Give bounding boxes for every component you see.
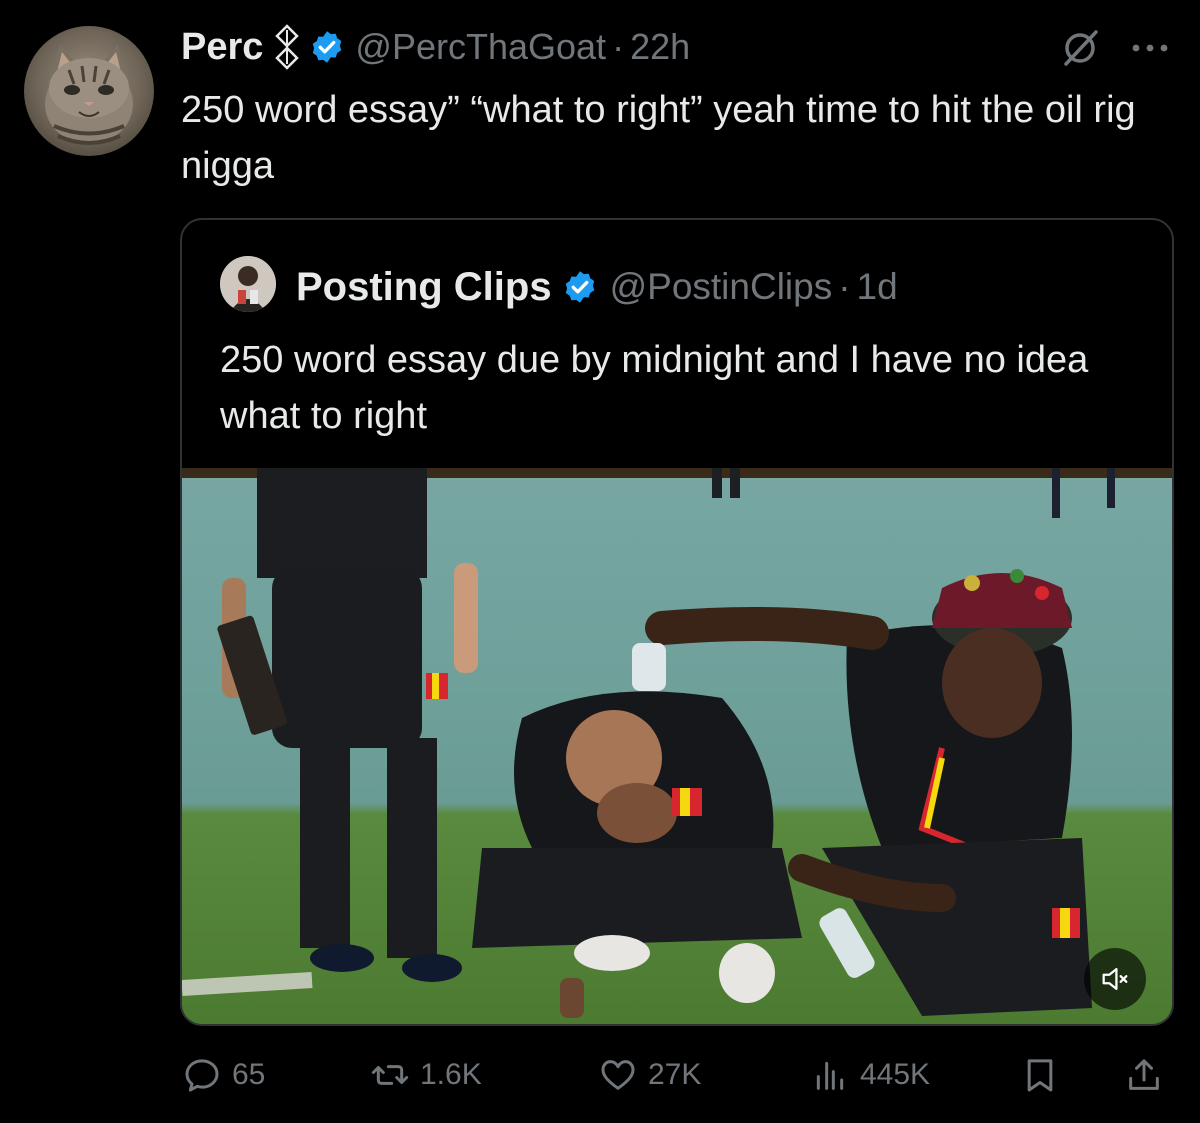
speaker-muted-icon bbox=[1102, 967, 1128, 991]
retweet-icon bbox=[371, 1065, 409, 1085]
tweet-header: Perc @PercThaGoat · 22h bbox=[181, 24, 690, 70]
author-avatar[interactable] bbox=[24, 26, 154, 156]
like-count: 27K bbox=[648, 1058, 702, 1091]
bookmark-icon bbox=[1027, 1059, 1053, 1092]
verified-badge-icon[interactable] bbox=[309, 29, 345, 65]
share-button[interactable] bbox=[1124, 1050, 1164, 1100]
video-player[interactable] bbox=[182, 468, 1172, 1024]
video-frame bbox=[182, 468, 1172, 1024]
quoted-tweet-card[interactable]: Posting Clips @PostinClips · 1d 250 word… bbox=[180, 218, 1174, 1026]
more-options-icon[interactable] bbox=[1128, 34, 1172, 62]
sigil-tag-icon bbox=[273, 24, 301, 70]
like-button[interactable]: 27K bbox=[598, 1050, 701, 1100]
bookmark-button[interactable] bbox=[1020, 1050, 1060, 1100]
views-button[interactable]: 445K bbox=[810, 1050, 930, 1100]
quoted-author-handle[interactable]: @PostinClips bbox=[610, 266, 833, 308]
quoted-author-avatar[interactable] bbox=[220, 256, 276, 312]
separator-dot: · bbox=[838, 266, 851, 307]
separator-dot: · bbox=[612, 26, 625, 67]
reply-icon bbox=[185, 1059, 219, 1092]
tweet-time[interactable]: 22h bbox=[630, 26, 690, 68]
heart-icon bbox=[601, 1060, 635, 1090]
share-icon bbox=[1129, 1059, 1159, 1090]
author-display-name[interactable]: Perc bbox=[181, 26, 263, 69]
mute-toggle-button[interactable] bbox=[1084, 948, 1146, 1010]
retweet-count: 1.6K bbox=[420, 1058, 482, 1091]
reply-count: 65 bbox=[232, 1058, 266, 1091]
action-bar: 65 1.6K 27K 445K bbox=[0, 1050, 1200, 1100]
quoted-tweet-header: Posting Clips @PostinClips · 1d bbox=[296, 262, 898, 312]
reply-button[interactable]: 65 bbox=[182, 1050, 265, 1100]
tweet[interactable]: Perc @PercThaGoat · 22h 250 word essay” … bbox=[0, 0, 1200, 1123]
cat-avatar-icon bbox=[45, 44, 133, 145]
quoted-tweet-time[interactable]: 1d bbox=[857, 266, 898, 308]
person-avatar-icon bbox=[220, 256, 276, 312]
verified-badge-icon[interactable] bbox=[562, 269, 598, 305]
views-icon bbox=[816, 1061, 844, 1090]
quoted-tweet-text: 250 word essay due by midnight and I hav… bbox=[220, 339, 1089, 437]
views-count: 445K bbox=[860, 1058, 931, 1091]
retweet-button[interactable]: 1.6K bbox=[370, 1050, 482, 1100]
quoted-author-display-name[interactable]: Posting Clips bbox=[296, 265, 552, 310]
grok-icon[interactable] bbox=[1060, 28, 1100, 68]
author-handle[interactable]: @PercThaGoat bbox=[355, 26, 606, 68]
tweet-text: 250 word essay” “what to right” yeah tim… bbox=[181, 89, 1136, 187]
